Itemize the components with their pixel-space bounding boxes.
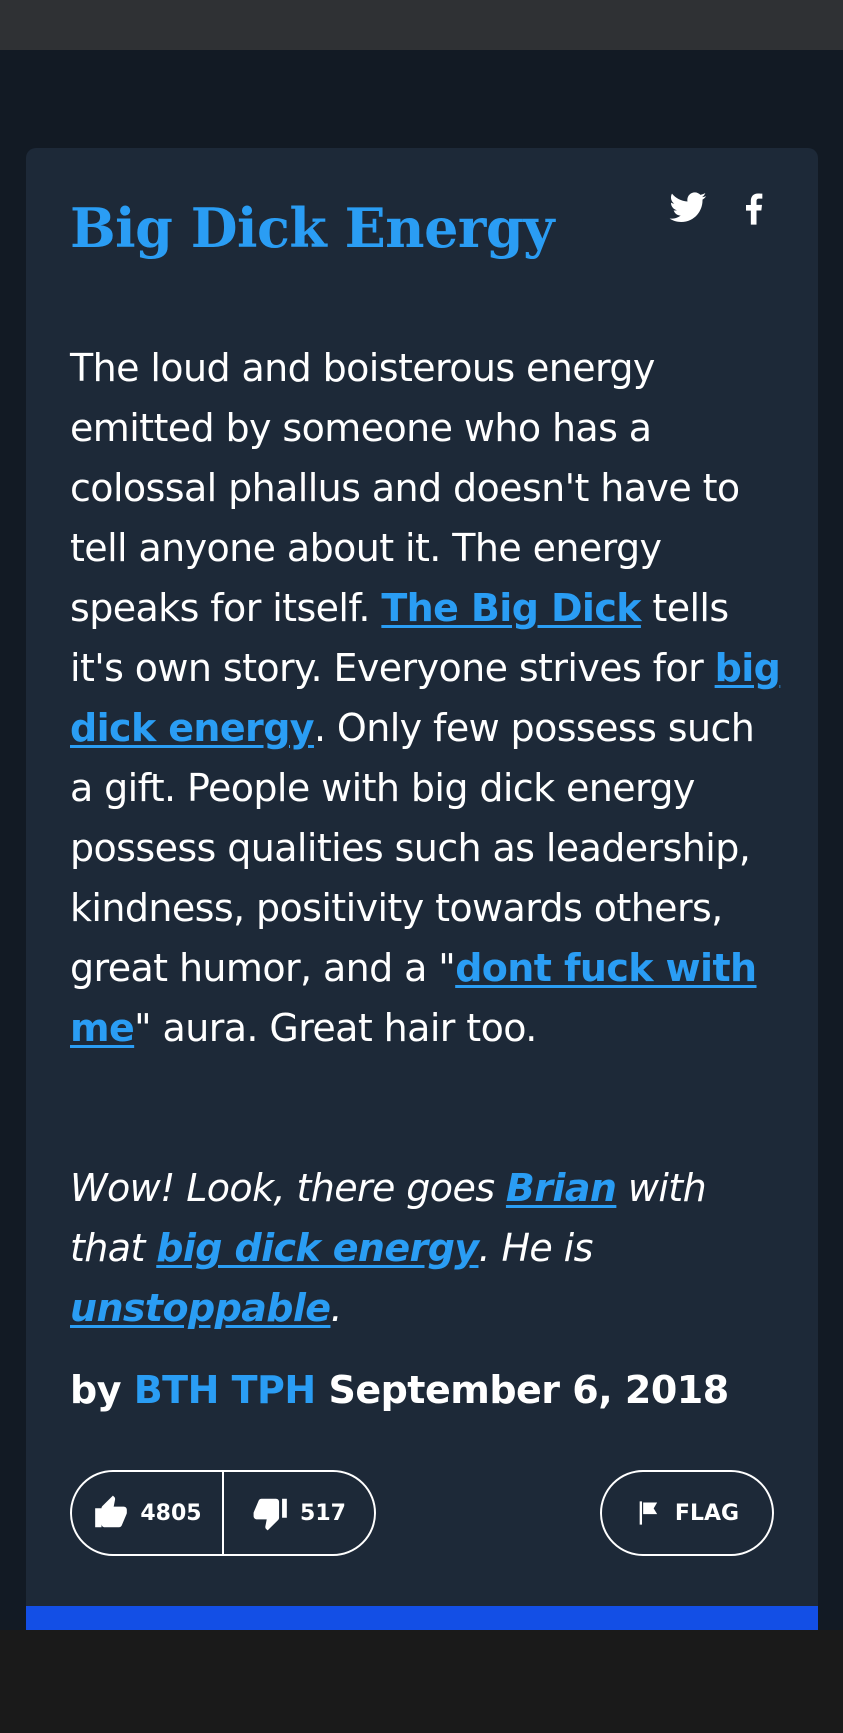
thumbs-up-icon: [95, 1495, 128, 1528]
downvote-count: 517: [300, 1500, 346, 1526]
upvote-count: 4805: [140, 1500, 202, 1526]
downvote-button[interactable]: 517: [224, 1472, 374, 1554]
word-link-brian[interactable]: Brian: [506, 1166, 617, 1210]
entry-title[interactable]: Big Dick Energy: [70, 196, 555, 260]
share-buttons: [668, 188, 774, 228]
thumbs-down-icon: [253, 1498, 287, 1531]
flag-icon: [639, 1501, 658, 1525]
post-date: September 6, 2018: [328, 1368, 729, 1412]
definition-card: Big Dick Energy The loud and boisterous …: [26, 148, 818, 1630]
byline-prefix: by: [70, 1368, 121, 1412]
upvote-button[interactable]: 4805: [72, 1472, 222, 1554]
flag-label: FLAG: [674, 1500, 740, 1526]
example-text-part: .: [330, 1286, 342, 1330]
bottom-bar: [0, 1630, 843, 1733]
example-text: Wow! Look, there goes Brian with that bi…: [70, 1158, 786, 1338]
example-text-part: Wow! Look, there goes: [70, 1166, 506, 1210]
facebook-icon[interactable]: [734, 188, 774, 228]
flag-button[interactable]: FLAG: [600, 1470, 774, 1556]
word-link-big-dick-energy-example[interactable]: big dick energy: [156, 1226, 479, 1270]
twitter-icon[interactable]: [668, 188, 708, 228]
author-link[interactable]: BTH TPH: [134, 1368, 317, 1412]
example-text-part: . He is: [478, 1226, 593, 1270]
definition-text-part: " aura. Great hair too.: [134, 1006, 537, 1050]
byline: by BTH TPH September 6, 2018: [70, 1368, 729, 1412]
definition-text: The loud and boisterous energy emitted b…: [70, 338, 786, 1058]
word-link-the-big-dick[interactable]: The Big Dick: [381, 586, 641, 630]
vote-group: 4805 517: [70, 1470, 376, 1556]
status-bar: [0, 0, 843, 50]
word-link-unstoppable[interactable]: unstoppable: [70, 1286, 331, 1330]
card-accent-bar: [26, 1606, 818, 1630]
